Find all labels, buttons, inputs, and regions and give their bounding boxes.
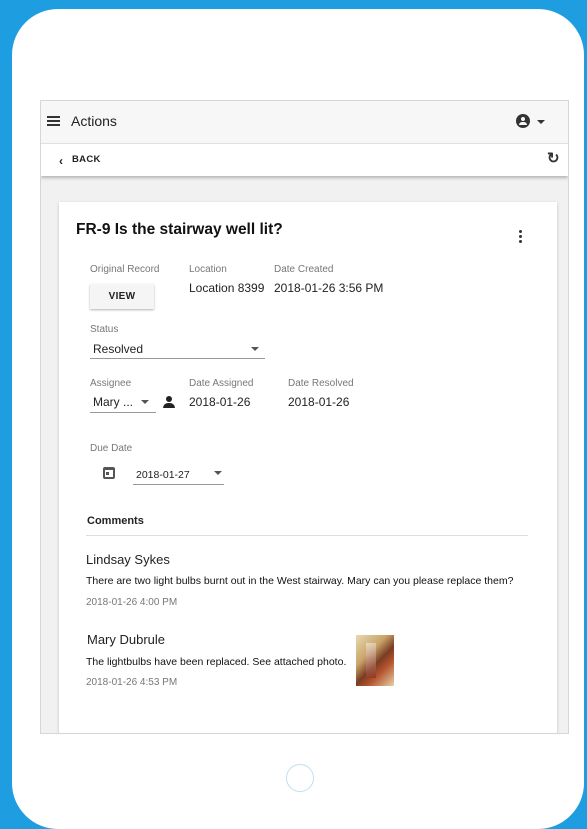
date-resolved-label: Date Resolved (288, 378, 354, 389)
date-assigned-label: Date Assigned (189, 378, 254, 389)
attached-photo-thumbnail[interactable] (356, 635, 394, 686)
app-screen: Actions ‹ BACK ↻ FR-9 Is the stairway we… (40, 100, 569, 734)
due-date-dropdown-icon[interactable] (214, 471, 222, 475)
hamburger-menu-icon[interactable] (47, 116, 60, 126)
more-vert-icon[interactable] (519, 230, 522, 245)
assignee-dropdown-icon[interactable] (141, 400, 149, 404)
assignee-label: Assignee (90, 378, 132, 389)
account-circle-icon[interactable] (516, 114, 530, 128)
comments-heading: Comments (87, 515, 144, 527)
status-dropdown-icon[interactable] (251, 347, 259, 351)
comment-text: There are two light bulbs burnt out in t… (86, 575, 514, 587)
status-label: Status (90, 324, 119, 335)
due-date-underline (133, 484, 224, 485)
action-card: FR-9 Is the stairway well lit? Original … (59, 202, 557, 733)
comment-text: The lightbulbs have been replaced. See a… (86, 656, 347, 668)
calendar-icon[interactable] (103, 467, 115, 479)
original-record-label: Original Record (90, 264, 160, 275)
comments-divider (86, 535, 528, 536)
location-label: Location (189, 264, 227, 275)
due-date-label: Due Date (90, 443, 133, 454)
status-underline (90, 358, 265, 359)
date-assigned-value: 2018-01-26 (189, 395, 251, 409)
chevron-down-icon[interactable] (537, 120, 545, 124)
location-value: Location 8399 (189, 281, 265, 295)
view-button[interactable]: VIEW (90, 284, 154, 309)
app-bar: Actions (41, 101, 568, 144)
date-resolved-value: 2018-01-26 (288, 395, 350, 409)
comment-author: Lindsay Sykes (86, 552, 170, 567)
due-date-input[interactable]: 2018-01-27 (136, 469, 190, 481)
app-title: Actions (71, 113, 117, 129)
home-button[interactable] (286, 764, 314, 792)
assignee-select[interactable]: Mary ... (93, 395, 133, 409)
person-icon[interactable] (163, 396, 175, 408)
card-title: FR-9 Is the stairway well lit? (76, 221, 283, 238)
date-created-label: Date Created (274, 264, 334, 275)
comment-time: 2018-01-26 4:53 PM (86, 677, 178, 688)
refresh-icon[interactable]: ↻ (547, 149, 560, 167)
comment-author: Mary Dubrule (87, 632, 166, 647)
comment-time: 2018-01-26 4:00 PM (86, 597, 178, 608)
back-button[interactable]: BACK (72, 154, 101, 165)
date-created-value: 2018-01-26 3:56 PM (274, 281, 384, 295)
chevron-left-icon[interactable]: ‹ (59, 154, 63, 168)
status-select[interactable]: Resolved (93, 342, 143, 356)
sub-toolbar: ‹ BACK ↻ (41, 144, 568, 176)
assignee-underline (90, 412, 156, 413)
